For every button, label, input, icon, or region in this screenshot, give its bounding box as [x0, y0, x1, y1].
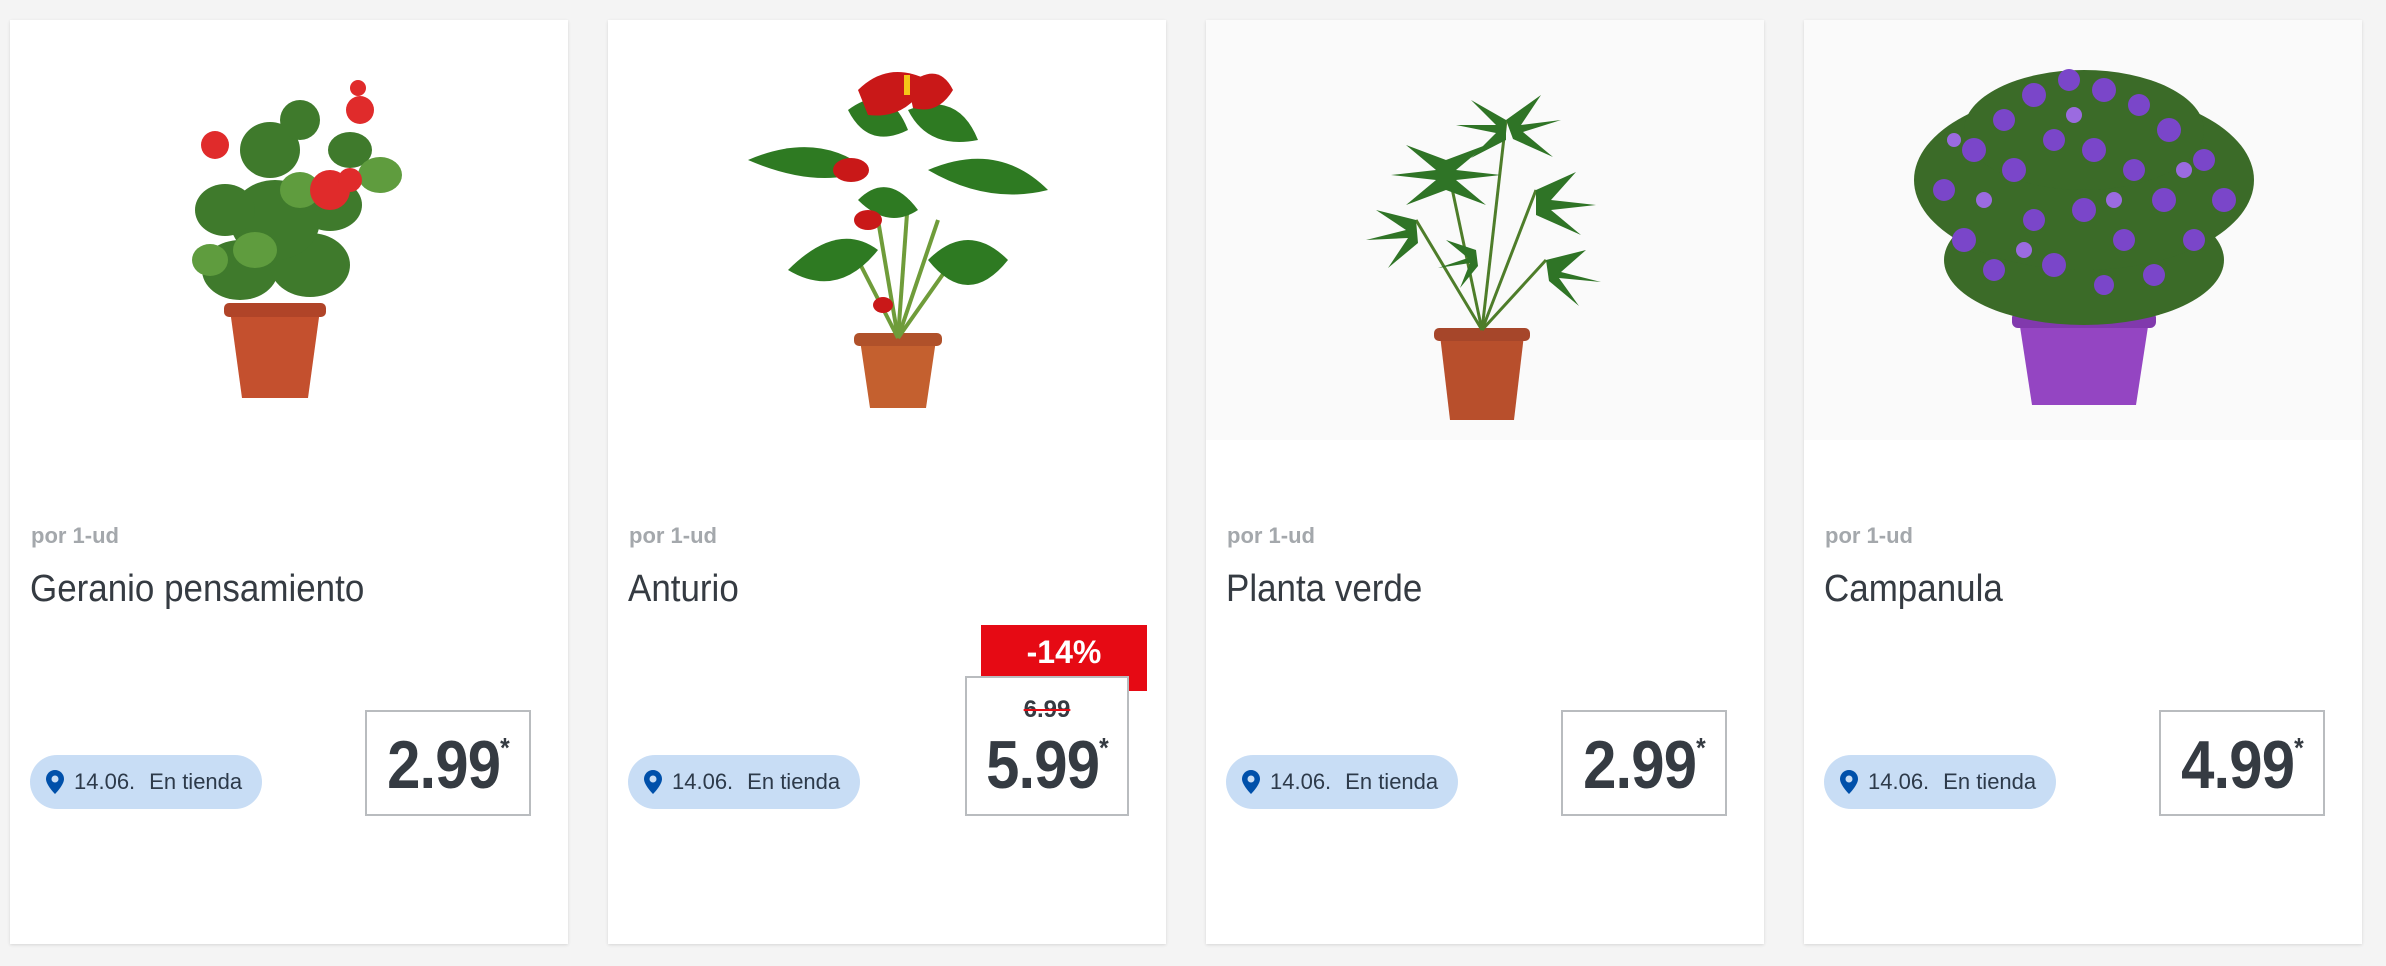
price-value: 2.99*	[377, 726, 520, 804]
price-box: 2.99*	[1561, 710, 1727, 816]
location-pin-icon	[644, 770, 662, 794]
product-card[interactable]: por 1-ud Campanula 14.06. En tienda 4.99…	[1804, 20, 2362, 944]
unit-label: por 1-ud	[1227, 523, 1315, 548]
product-grid: por 1-ud Geranio pensamiento 14.06. En t…	[0, 0, 2386, 966]
availability-date: 14.06.	[1868, 769, 1930, 794]
unit-label: por 1-ud	[31, 523, 119, 548]
product-title[interactable]: Campanula	[1824, 568, 2003, 611]
availability-date: 14.06.	[672, 769, 734, 794]
availability-text: En tienda	[149, 769, 243, 794]
product-title[interactable]: Planta verde	[1226, 568, 1422, 611]
unit-label: por 1-ud	[629, 523, 717, 548]
store-availability-badge: 14.06. En tienda	[628, 755, 861, 809]
location-pin-icon	[1242, 770, 1260, 794]
store-availability-badge: 14.06. En tienda	[1226, 755, 1459, 809]
price-asterisk: *	[500, 732, 510, 763]
price-asterisk: *	[1696, 732, 1706, 763]
price-value: 4.99*	[2171, 726, 2314, 804]
location-pin-icon	[1840, 770, 1858, 794]
unit-label: por 1-ud	[1825, 523, 1913, 548]
price-amount: 4.99	[2181, 727, 2295, 803]
availability-date: 14.06.	[74, 769, 136, 794]
product-card[interactable]: por 1-ud Anturio 14.06. En tienda -14% 6…	[608, 20, 1166, 944]
potted-geranium-icon[interactable]	[10, 20, 568, 440]
price-value: 5.99*	[977, 726, 1118, 804]
availability-text: En tienda	[1345, 769, 1439, 794]
product-title[interactable]: Anturio	[628, 568, 739, 611]
location-pin-icon	[46, 770, 64, 794]
store-availability-badge: 14.06. En tienda	[1824, 755, 2057, 809]
availability-text: En tienda	[747, 769, 841, 794]
availability-date: 14.06.	[1270, 769, 1332, 794]
potted-campanula-icon[interactable]	[1804, 20, 2362, 440]
price-amount: 5.99	[986, 727, 1100, 803]
potted-green-plant-icon[interactable]	[1206, 20, 1764, 440]
availability-text: En tienda	[1943, 769, 2037, 794]
potted-anthurium-icon[interactable]	[608, 20, 1166, 440]
price-value: 2.99*	[1573, 726, 1716, 804]
price-amount: 2.99	[387, 727, 501, 803]
store-availability-badge: 14.06. En tienda	[30, 755, 263, 809]
price-asterisk: *	[1099, 732, 1109, 763]
price-box: 2.99*	[365, 710, 531, 816]
product-title[interactable]: Geranio pensamiento	[30, 568, 364, 611]
old-price: 6.99	[1023, 696, 1071, 723]
price-asterisk: *	[2294, 732, 2304, 763]
price-box: 4.99*	[2159, 710, 2325, 816]
product-card[interactable]: por 1-ud Geranio pensamiento 14.06. En t…	[10, 20, 568, 944]
price-box: 6.99 5.99*	[965, 676, 1129, 816]
product-card[interactable]: por 1-ud Planta verde 14.06. En tienda 2…	[1206, 20, 1764, 944]
price-amount: 2.99	[1583, 727, 1697, 803]
